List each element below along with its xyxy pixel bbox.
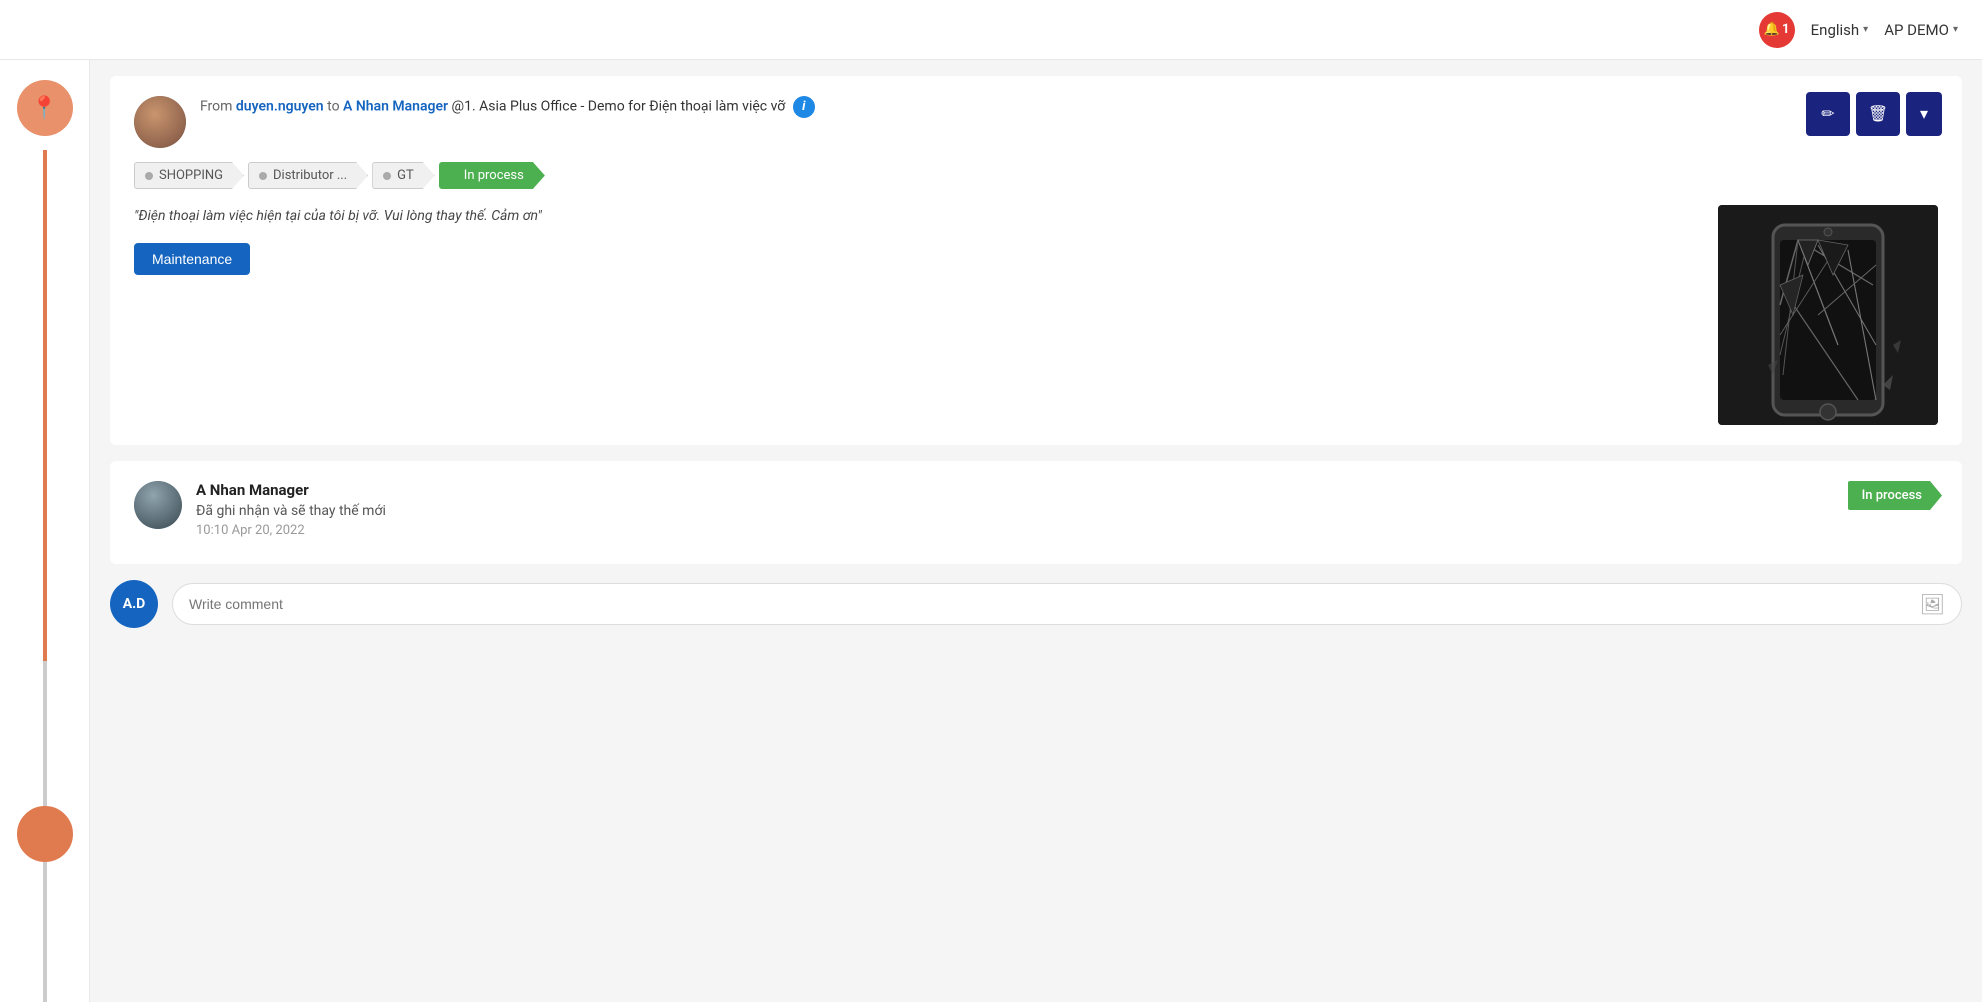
post-text-area: "Điện thoại làm việc hiện tại của tôi bị… [134, 205, 1698, 275]
step-badge-shopping[interactable]: SHOPPING [134, 162, 244, 189]
sidebar-bottom-avatar[interactable] [17, 806, 73, 862]
image-upload-icon[interactable]: 🖼 [1920, 592, 1945, 616]
step-dot-green [450, 172, 458, 180]
avatar-image [134, 96, 186, 148]
post-image [1718, 205, 1938, 425]
pipeline-step-shopping: SHOPPING [134, 162, 244, 189]
delete-icon: 🗑 [1868, 104, 1888, 124]
step-dot [259, 172, 267, 180]
reply-avatar [134, 481, 182, 529]
post-quote: "Điện thoại làm việc hiện tại của tôi bị… [134, 205, 1698, 227]
post-body: "Điện thoại làm việc hiện tại của tôi bị… [134, 205, 1938, 425]
step-badge-gt[interactable]: GT [372, 162, 435, 189]
step-label: Distributor ... [273, 168, 347, 183]
sidebar-avatar[interactable]: 📍 [17, 80, 73, 136]
user-label: AP DEMO [1884, 21, 1949, 39]
comment-input[interactable] [189, 596, 1910, 612]
pipeline-step-inprocess: In process [439, 162, 545, 189]
post-actions: ✏ 🗑 ▾ [1806, 92, 1942, 136]
pipeline-step-gt: GT [372, 162, 435, 189]
from-label: From [200, 99, 232, 115]
step-label: SHOPPING [159, 168, 223, 183]
main-layout: 📍 ✏ 🗑 ▾ [0, 60, 1982, 1002]
broken-phone-svg [1718, 205, 1938, 425]
reply-author: A Nhan Manager [196, 481, 386, 499]
reply-header: A Nhan Manager Đã ghi nhận và sẽ thay th… [134, 481, 1938, 538]
language-chevron: ▾ [1863, 24, 1868, 35]
from-username[interactable]: duyen.nguyen [236, 99, 324, 115]
user-menu[interactable]: AP DEMO ▾ [1884, 21, 1958, 39]
maintenance-button[interactable]: Maintenance [134, 243, 250, 275]
comment-row: A.D 🖼 [110, 580, 1962, 628]
content-area: ✏ 🗑 ▾ From duyen.nguyen [90, 60, 1982, 1002]
status-pipeline: SHOPPING Distributor ... GT [134, 162, 1938, 189]
dropdown-button[interactable]: ▾ [1906, 92, 1942, 136]
dropdown-icon: ▾ [1920, 104, 1928, 124]
comment-initials: A.D [123, 596, 146, 612]
step-badge-inprocess[interactable]: In process [439, 162, 545, 189]
step-badge-distributor[interactable]: Distributor ... [248, 162, 368, 189]
reply-info: A Nhan Manager Đã ghi nhận và sẽ thay th… [196, 481, 386, 538]
edit-button[interactable]: ✏ [1806, 92, 1850, 136]
to-label: to [327, 99, 339, 115]
edit-icon: ✏ [1821, 104, 1834, 124]
language-label: English [1811, 21, 1860, 39]
sidebar: 📍 [0, 60, 90, 1002]
notification-bell[interactable]: 🔔 1 [1759, 12, 1795, 48]
navbar: 🔔 1 English ▾ AP DEMO ▾ [0, 0, 1982, 60]
step-dot [383, 172, 391, 180]
reply-text: Đã ghi nhận và sẽ thay thế mới [196, 503, 386, 519]
post-meta: From duyen.nguyen to A Nhan Manager @1. … [200, 96, 1938, 118]
info-icon[interactable]: i [793, 96, 815, 118]
delete-button[interactable]: 🗑 [1856, 92, 1900, 136]
step-label: GT [397, 168, 414, 183]
pipeline-step-distributor: Distributor ... [248, 162, 368, 189]
reply-card: In process A Nhan Manager Đã ghi nhận và… [110, 461, 1962, 564]
comment-avatar: A.D [110, 580, 158, 628]
post-card: ✏ 🗑 ▾ From duyen.nguyen [110, 76, 1962, 445]
comment-input-wrapper: 🖼 [172, 583, 1962, 625]
to-manager[interactable]: A Nhan Manager [343, 99, 448, 115]
step-dot [145, 172, 153, 180]
user-chevron: ▾ [1953, 24, 1958, 35]
timeline-line [43, 150, 47, 1002]
notification-count: 1 [1782, 22, 1789, 37]
reply-time: 10:10 Apr 20, 2022 [196, 523, 386, 538]
language-selector[interactable]: English ▾ [1811, 21, 1869, 39]
post-avatar [134, 96, 186, 148]
step-label-active: In process [464, 168, 524, 183]
reply-avatar-image [134, 481, 182, 529]
post-location: @1. Asia Plus Office - Demo for Điện tho… [452, 99, 786, 115]
bell-icon: 🔔 [1764, 22, 1780, 37]
location-icon: 📍 [31, 96, 58, 121]
post-header: From duyen.nguyen to A Nhan Manager @1. … [134, 96, 1938, 148]
in-process-badge: In process [1848, 481, 1942, 510]
